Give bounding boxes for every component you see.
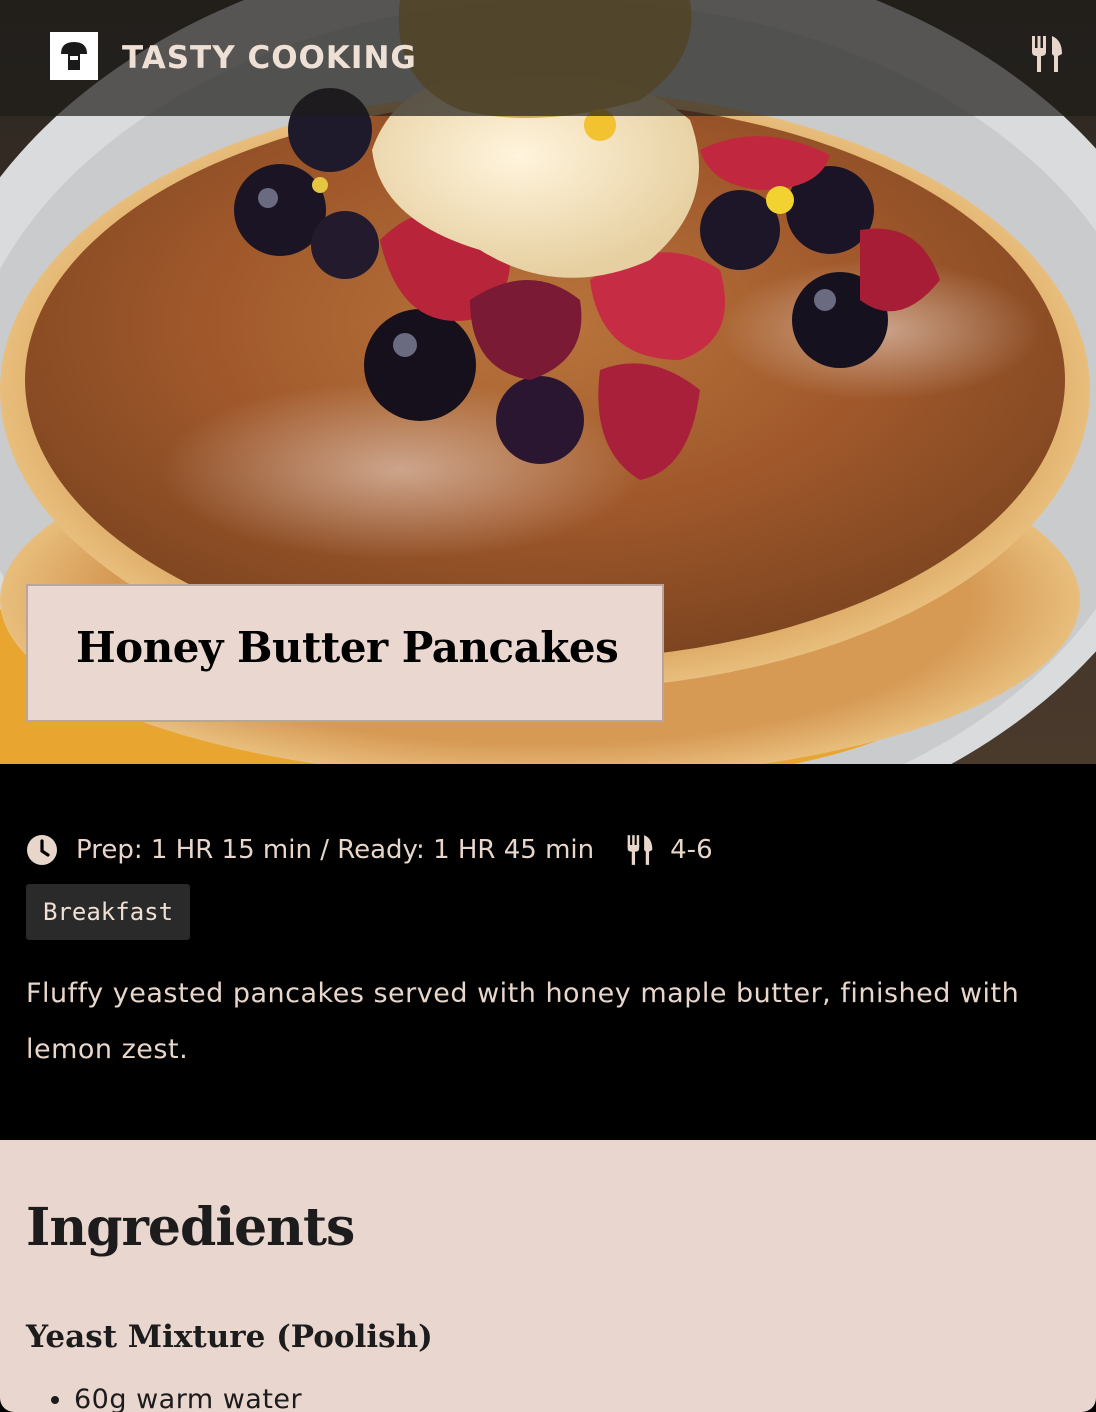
recipe-title-card: Honey Butter Pancakes (26, 584, 664, 722)
ingredients-section: Ingredients Yeast Mixture (Poolish) 60g … (0, 1140, 1096, 1412)
recipe-servings: 4-6 (670, 835, 713, 865)
recipe-page: TASTY COOKING Honey Butter Pancakes Prep… (0, 0, 1096, 1412)
top-bar: TASTY COOKING (0, 0, 1096, 116)
brand-name[interactable]: TASTY COOKING (122, 38, 417, 78)
fork-knife-icon (627, 835, 653, 865)
ingredients-heading: Ingredients (26, 1197, 355, 1258)
ingredient-list: 60g warm water (26, 1380, 302, 1412)
recipe-meta-section (0, 764, 1096, 1140)
clock-icon (27, 835, 57, 865)
recipe-title: Honey Butter Pancakes (76, 623, 619, 672)
ingredient-group-title: Yeast Mixture (Poolish) (26, 1319, 433, 1355)
recipe-times-row: Prep: 1 HR 15 min / Ready: 1 HR 45 min 4… (26, 832, 713, 868)
category-tag-breakfast[interactable]: Breakfast (26, 884, 191, 940)
recipe-times: Prep: 1 HR 15 min / Ready: 1 HR 45 min (76, 835, 595, 865)
recipe-description: Fluffy yeasted pancakes served with hone… (26, 978, 1020, 1065)
ingredient-item: 60g warm water (74, 1380, 302, 1412)
mushroom-logo-icon[interactable] (50, 32, 98, 80)
fork-knife-icon[interactable] (1030, 34, 1064, 74)
hero-section: TASTY COOKING Honey Butter Pancakes (0, 0, 1096, 764)
